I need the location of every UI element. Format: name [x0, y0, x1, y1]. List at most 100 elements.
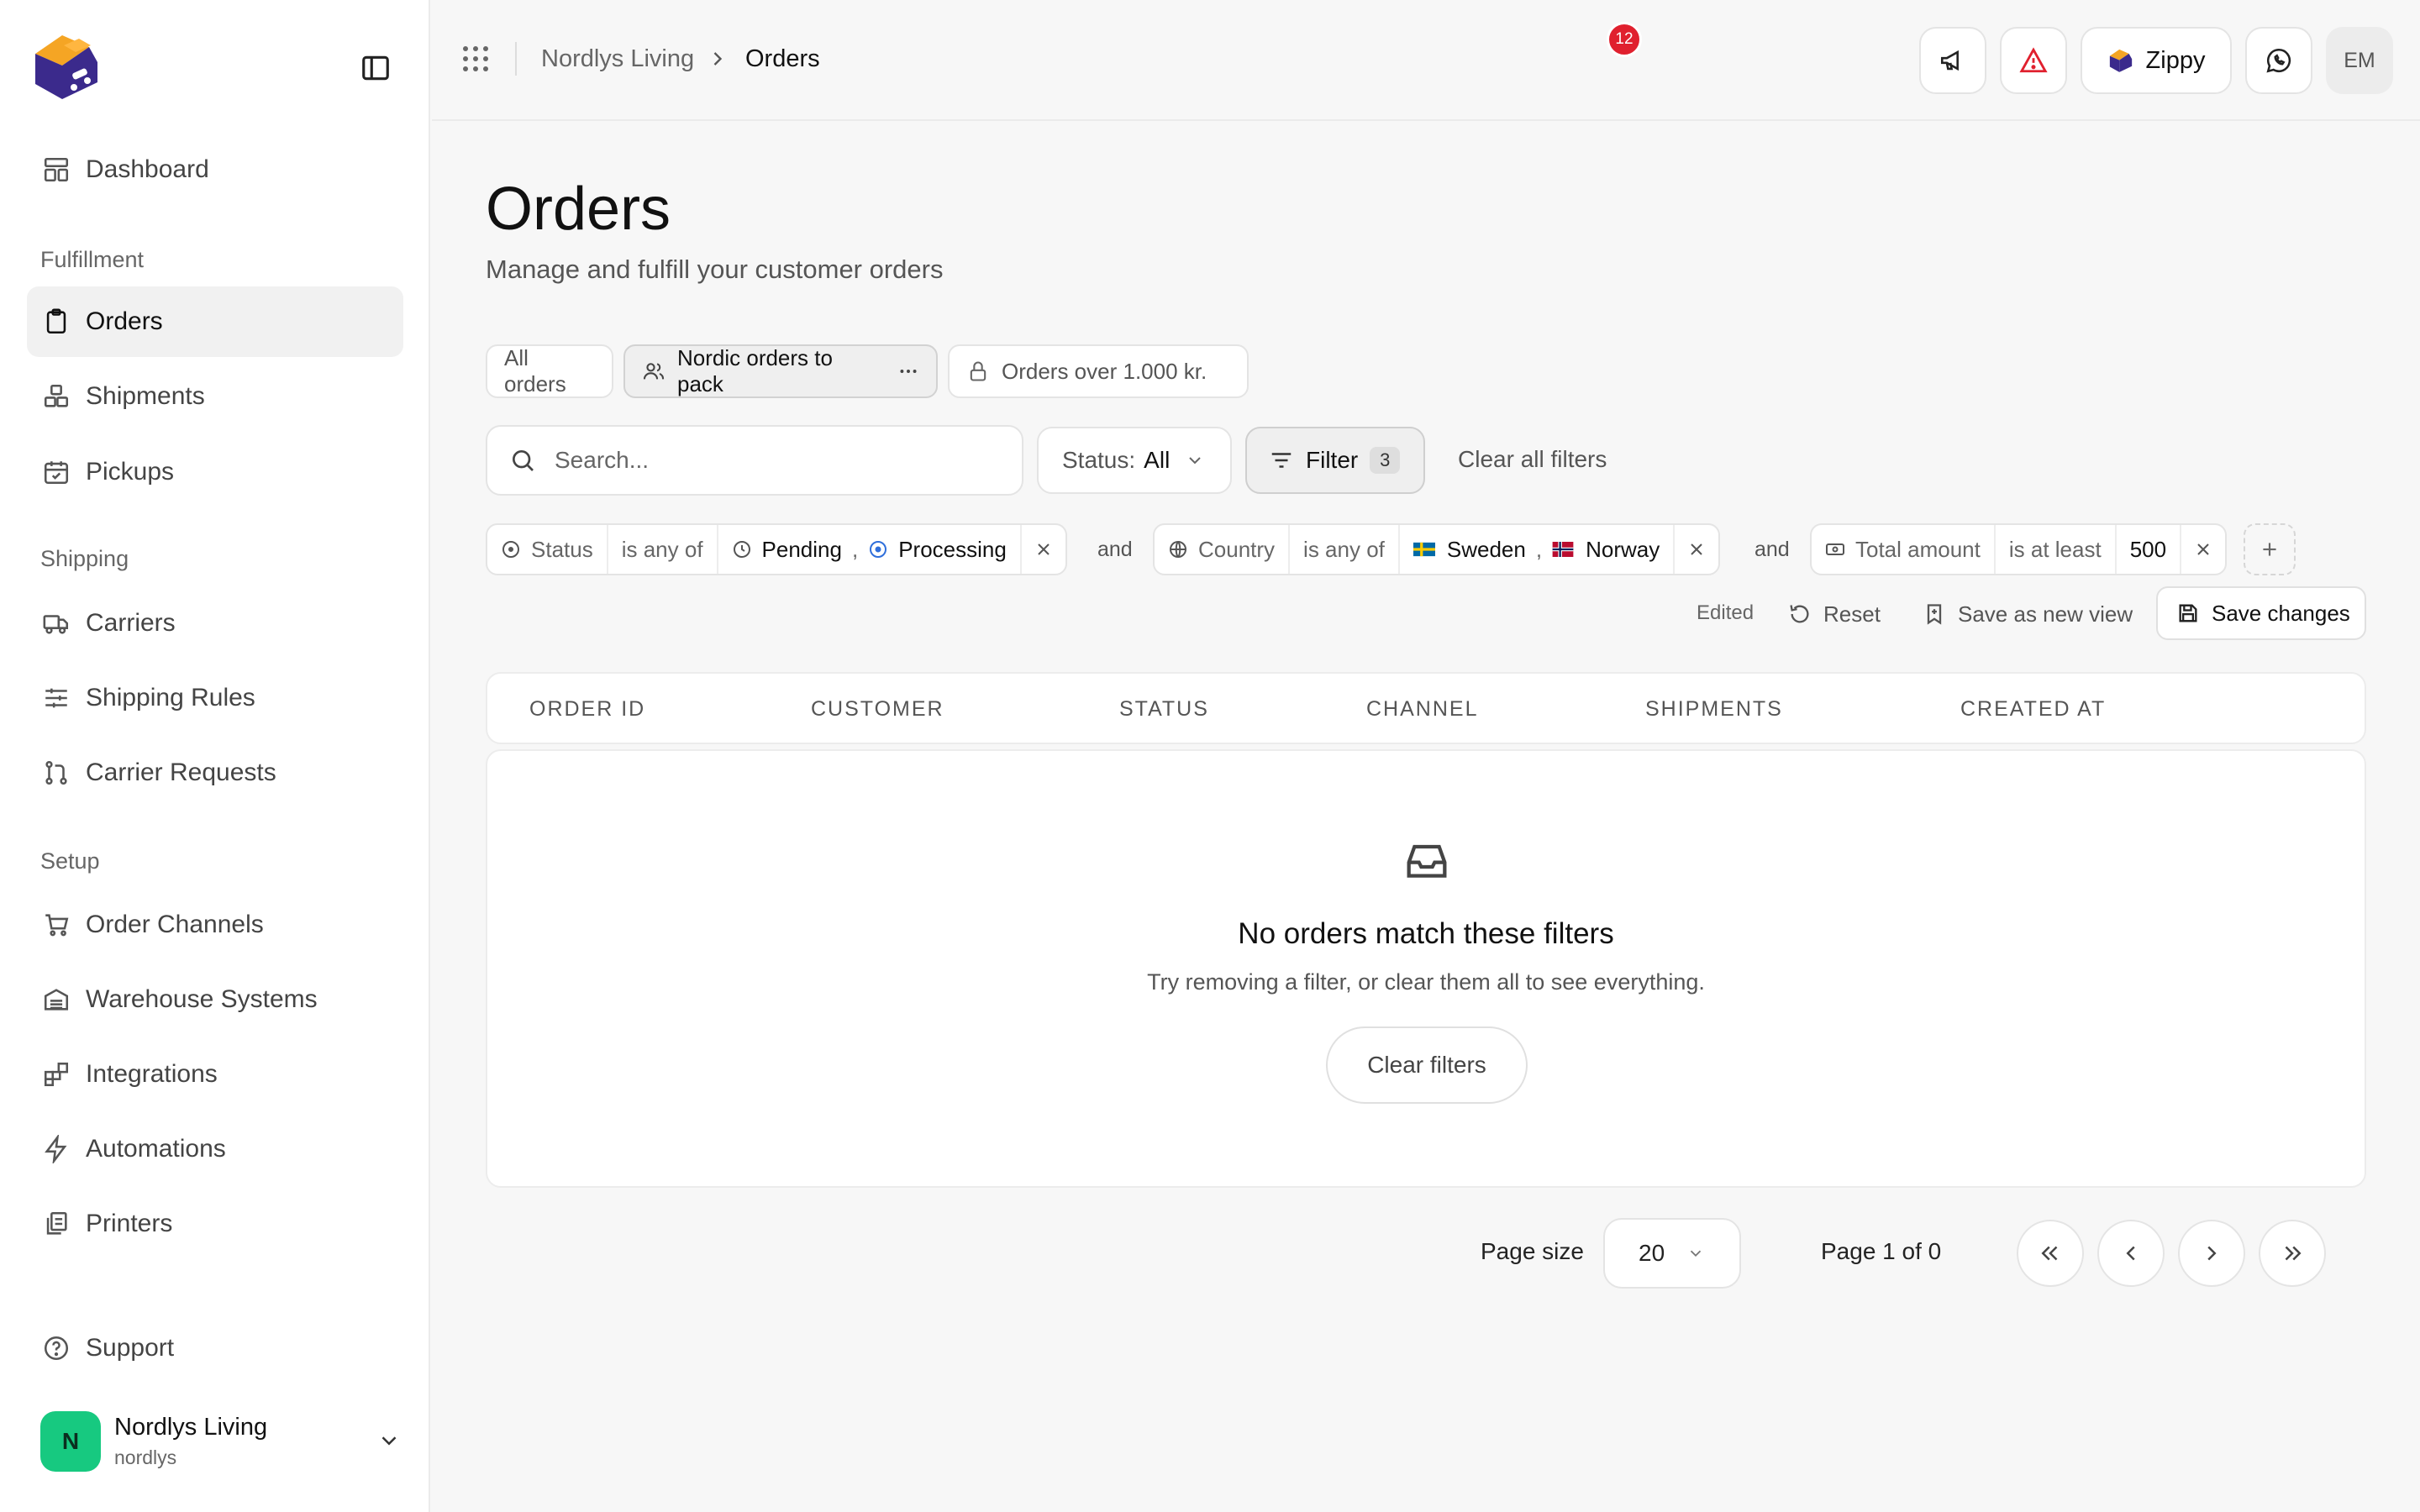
- remove-filter-button[interactable]: [1022, 525, 1065, 574]
- filter-chip-country: Country is any of Sweden , Norway: [1153, 523, 1721, 575]
- workspace-button[interactable]: Zippy: [2081, 27, 2232, 94]
- filter-field[interactable]: Total amount: [1812, 525, 1996, 574]
- sidebar-item-dashboard[interactable]: Dashboard: [27, 134, 403, 205]
- sidebar-toggle-icon[interactable]: [360, 52, 392, 84]
- filter-chip-total-amount: Total amount is at least 500: [1810, 523, 2228, 575]
- close-icon: [1686, 539, 1707, 559]
- filter-count-badge: 3: [1370, 447, 1401, 474]
- first-page-button[interactable]: [2017, 1220, 2084, 1287]
- filter-operator[interactable]: is at least: [1996, 525, 2117, 574]
- app-logo[interactable]: [29, 29, 104, 104]
- view-tab-orders-over[interactable]: Orders over 1.000 kr.: [948, 344, 1249, 398]
- sidebar-item-shipping-rules[interactable]: Shipping Rules: [27, 663, 403, 733]
- account-switcher[interactable]: N Nordlys Living nordlys: [40, 1410, 402, 1473]
- user-avatar[interactable]: EM: [2326, 27, 2393, 94]
- search-box[interactable]: [486, 425, 1023, 496]
- reset-button[interactable]: Reset: [1788, 588, 1881, 640]
- clear-all-filters-link[interactable]: Clear all filters: [1458, 446, 1607, 473]
- truck-icon: [42, 609, 71, 638]
- filter-operator[interactable]: is any of: [608, 525, 718, 574]
- sidebar-item-carrier-requests[interactable]: Carrier Requests: [27, 738, 403, 808]
- chat-button[interactable]: [2245, 27, 2312, 94]
- sidebar-item-shipments[interactable]: Shipments: [27, 361, 403, 432]
- status-dropdown[interactable]: Status: All: [1037, 427, 1232, 494]
- sidebar-item-integrations[interactable]: Integrations: [27, 1039, 403, 1110]
- sidebar: Dashboard Fulfillment Orders Shipments P…: [0, 0, 430, 1512]
- reset-label: Reset: [1823, 601, 1881, 627]
- next-page-button[interactable]: [2178, 1220, 2245, 1287]
- view-tab-label: Nordic orders to pack: [677, 345, 833, 396]
- column-header-channel[interactable]: CHANNEL: [1366, 697, 1478, 722]
- sidebar-item-pickups[interactable]: Pickups: [27, 437, 403, 507]
- filter-field[interactable]: Status: [487, 525, 608, 574]
- filter-value-norway: Norway: [1586, 536, 1660, 562]
- previous-page-button[interactable]: [2097, 1220, 2165, 1287]
- users-icon: [642, 360, 666, 383]
- column-header-shipments[interactable]: SHIPMENTS: [1645, 697, 1783, 722]
- filter-value-separator: ,: [851, 536, 859, 562]
- save-icon: [2176, 601, 2200, 625]
- megaphone-icon: [1939, 46, 1967, 75]
- sidebar-item-carriers[interactable]: Carriers: [27, 588, 403, 659]
- view-tab-all-orders[interactable]: All orders: [486, 344, 613, 398]
- save-changes-button[interactable]: Save changes: [2156, 586, 2366, 640]
- save-as-new-view-button[interactable]: Save as new view: [1923, 588, 2133, 640]
- sidebar-item-orders[interactable]: Orders: [27, 286, 403, 357]
- sidebar-item-label: Warehouse Systems: [86, 985, 318, 1013]
- column-header-customer[interactable]: CUSTOMER: [811, 697, 944, 722]
- clear-filters-button[interactable]: Clear filters: [1326, 1026, 1528, 1104]
- remove-filter-button[interactable]: [2181, 525, 2225, 574]
- sweden-flag-icon: [1413, 542, 1435, 557]
- bookmark-plus-icon: [1923, 602, 1946, 626]
- breadcrumb-current: Orders: [745, 45, 820, 72]
- filter-operator[interactable]: is any of: [1290, 525, 1400, 574]
- filter-field[interactable]: Country: [1155, 525, 1291, 574]
- remove-filter-button[interactable]: [1675, 525, 1718, 574]
- view-tab-label: All orders: [504, 345, 566, 396]
- filter-values[interactable]: Sweden , Norway: [1400, 525, 1676, 574]
- column-header-created-at[interactable]: CREATED AT: [1960, 697, 2106, 722]
- apps-grid-icon[interactable]: [460, 44, 491, 74]
- chevron-right-icon: [706, 47, 729, 71]
- chevrons-right-icon: [2280, 1241, 2305, 1266]
- clipboard-icon: [42, 307, 71, 336]
- add-filter-button[interactable]: [2244, 523, 2296, 575]
- sidebar-item-label: Pickups: [86, 458, 175, 486]
- chevron-left-icon: [2118, 1241, 2144, 1266]
- clock-icon: [732, 539, 752, 559]
- column-header-status[interactable]: STATUS: [1119, 697, 1209, 722]
- table-header: ORDER ID CUSTOMER STATUS CHANNEL SHIPMEN…: [486, 672, 2366, 744]
- more-horizontal-icon[interactable]: [897, 360, 919, 382]
- sidebar-item-support[interactable]: Support: [27, 1313, 403, 1383]
- page-info: Page 1 of 0: [1821, 1238, 1942, 1264]
- filter-chip-status: Status is any of Pending , Processing: [486, 523, 1067, 575]
- blocks-icon: [42, 1060, 71, 1089]
- sidebar-item-label: Support: [86, 1334, 175, 1362]
- filter-label: Filter: [1306, 447, 1359, 473]
- sidebar-item-automations[interactable]: Automations: [27, 1114, 403, 1184]
- filter-button[interactable]: Filter 3: [1245, 427, 1425, 494]
- sidebar-item-label: Shipments: [86, 382, 205, 410]
- sidebar-item-label: Carriers: [86, 609, 176, 637]
- filter-amount-value[interactable]: 500: [2117, 525, 2182, 574]
- sidebar-item-order-channels[interactable]: Order Channels: [27, 890, 403, 960]
- announcements-button[interactable]: [1919, 27, 1986, 94]
- alerts-button[interactable]: [2000, 27, 2067, 94]
- sidebar-item-warehouse-systems[interactable]: Warehouse Systems: [27, 964, 403, 1035]
- view-tab-nordic-orders[interactable]: Nordic orders to pack: [623, 344, 938, 398]
- column-header-order-id[interactable]: ORDER ID: [529, 697, 645, 722]
- search-icon: [509, 447, 536, 474]
- page-size-select[interactable]: 20: [1603, 1218, 1741, 1289]
- search-input[interactable]: [555, 447, 992, 474]
- filter-lines-icon: [1269, 448, 1294, 473]
- account-name: Nordlys Living: [114, 1414, 268, 1441]
- sidebar-item-printers[interactable]: Printers: [27, 1189, 403, 1259]
- warning-icon: [2019, 46, 2048, 75]
- breadcrumb-root[interactable]: Nordlys Living: [541, 45, 694, 73]
- alert-count-badge: 12: [1607, 22, 1642, 57]
- last-page-button[interactable]: [2259, 1220, 2326, 1287]
- rotate-ccw-icon: [1788, 602, 1812, 626]
- filter-values[interactable]: Pending , Processing: [718, 525, 1022, 574]
- status-dropdown-value: All: [1144, 447, 1171, 473]
- close-icon: [1034, 539, 1054, 559]
